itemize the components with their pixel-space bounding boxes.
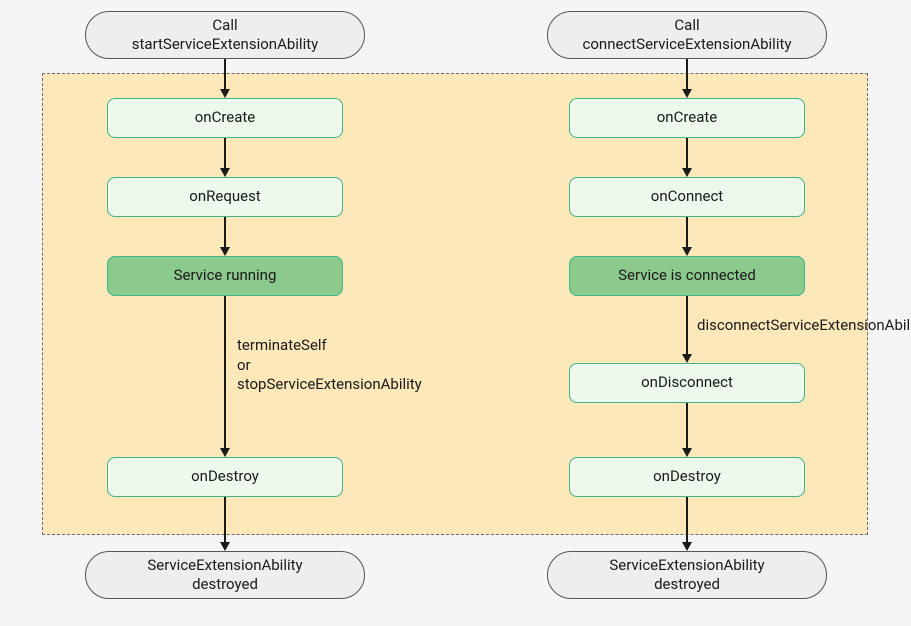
arrow-line [686,138,688,168]
service-connected-label: Service is connected [618,266,756,286]
arrow-head [220,89,230,98]
ondestroy-node-left: onDestroy [107,457,343,497]
service-running-node: Service running [107,256,343,296]
end-left-line1: ServiceExtensionAbility [147,556,302,576]
terminate-l2: or [237,356,251,374]
terminate-label: terminateSelf or stopServiceExtensionAbi… [237,336,422,395]
service-connected-node: Service is connected [569,256,805,296]
oncreate-left-label: onCreate [195,108,256,128]
arrow-line [686,296,688,354]
disconnect-text: disconnectServiceExtensionAbility [697,316,911,334]
ondestroy-left-label: onDestroy [191,467,259,487]
oncreate-node-right: onCreate [569,98,805,138]
arrow-line [686,497,688,542]
end-node-left: ServiceExtensionAbility destroyed [85,551,365,599]
arrow-line [224,217,226,247]
oncreate-node-left: onCreate [107,98,343,138]
arrow-line [686,59,688,89]
arrow-line [224,296,226,448]
arrow-head [220,542,230,551]
start-node-left: Call startServiceExtensionAbility [85,11,365,59]
ondisconnect-label: onDisconnect [641,373,733,393]
arrow-head [682,448,692,457]
arrow-head [682,354,692,363]
start-left-line2: startServiceExtensionAbility [132,35,318,55]
arrow-head [682,168,692,177]
arrow-line [224,497,226,542]
arrow-line [224,59,226,89]
terminate-l3: stopServiceExtensionAbility [237,375,422,393]
onconnect-label: onConnect [651,187,723,207]
arrow-head [682,247,692,256]
arrow-head [220,247,230,256]
ondestroy-right-label: onDestroy [653,467,721,487]
end-node-right: ServiceExtensionAbility destroyed [547,551,827,599]
onrequest-node: onRequest [107,177,343,217]
onconnect-node: onConnect [569,177,805,217]
arrow-head [220,168,230,177]
service-running-label: Service running [174,266,277,286]
oncreate-right-label: onCreate [657,108,718,128]
arrow-line [224,138,226,168]
arrow-line [686,217,688,247]
start-right-line1: Call [674,16,699,36]
disconnect-label: disconnectServiceExtensionAbility [697,316,911,336]
terminate-l1: terminateSelf [237,336,327,354]
start-node-right: Call connectServiceExtensionAbility [547,11,827,59]
end-right-line2: destroyed [654,575,720,595]
ondestroy-node-right: onDestroy [569,457,805,497]
ondisconnect-node: onDisconnect [569,363,805,403]
arrow-head [682,542,692,551]
start-left-line1: Call [212,16,237,36]
end-right-line1: ServiceExtensionAbility [609,556,764,576]
end-left-line2: destroyed [192,575,258,595]
arrow-head [682,89,692,98]
arrow-line [686,403,688,448]
start-right-line2: connectServiceExtensionAbility [583,35,792,55]
onrequest-label: onRequest [189,187,260,207]
arrow-head [220,448,230,457]
